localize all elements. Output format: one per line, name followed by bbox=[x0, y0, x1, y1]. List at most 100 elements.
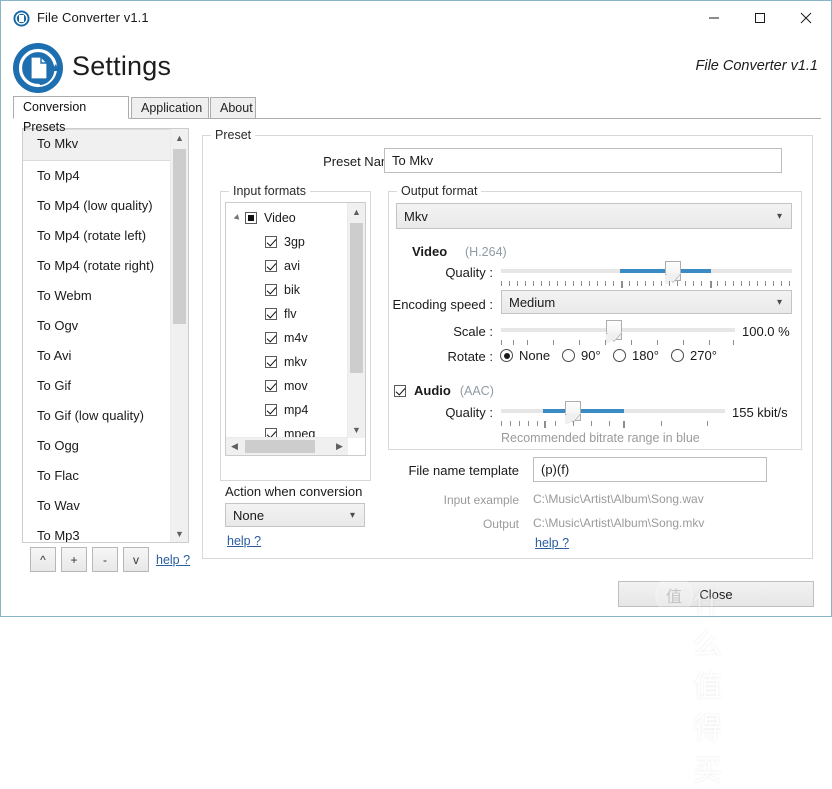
preset-item-to-mp4[interactable]: To Mp4 bbox=[23, 161, 171, 191]
slider-thumb[interactable] bbox=[606, 320, 622, 343]
app-version-label: File Converter v1.1 bbox=[695, 58, 819, 74]
audio-section-header[interactable]: Audio (AAC) bbox=[394, 383, 494, 398]
audio-section-label: Audio bbox=[414, 383, 451, 398]
preset-item-to-ogg[interactable]: To Ogg bbox=[23, 431, 171, 461]
add-preset-button[interactable]: + bbox=[61, 547, 87, 572]
file-name-template-input[interactable]: (p)(f) bbox=[533, 457, 767, 482]
remove-preset-button[interactable]: - bbox=[92, 547, 118, 572]
move-preset-down-button[interactable]: v bbox=[123, 547, 149, 572]
preset-list-scrollbar[interactable]: ▲ ▼ bbox=[170, 129, 188, 542]
format-checkbox-avi[interactable] bbox=[265, 260, 277, 272]
format-checkbox-mkv[interactable] bbox=[265, 356, 277, 368]
scale-label: Scale : bbox=[453, 324, 493, 339]
preset-item-to-ogv[interactable]: To Ogv bbox=[23, 311, 171, 341]
input-formats-vscrollbar[interactable]: ▲ ▼ bbox=[347, 203, 365, 438]
close-window-button[interactable] bbox=[783, 1, 829, 34]
output-example-label: Output bbox=[482, 517, 519, 531]
action-when-conversion-select[interactable]: None ▾ bbox=[225, 503, 365, 527]
format-row-mov[interactable]: mov bbox=[226, 374, 348, 398]
format-row-3gp[interactable]: 3gp bbox=[226, 230, 348, 254]
radio-180-icon[interactable] bbox=[613, 349, 626, 362]
preset-item-to-avi[interactable]: To Avi bbox=[23, 341, 171, 371]
preset-item-to-mp4-low-quality[interactable]: To Mp4 (low quality) bbox=[23, 191, 171, 221]
scroll-left-icon[interactable]: ◀ bbox=[226, 438, 243, 455]
format-checkbox-flv[interactable] bbox=[265, 308, 277, 320]
preset-item-to-mp4-rotate-left[interactable]: To Mp4 (rotate left) bbox=[23, 221, 171, 251]
audio-quality-slider[interactable] bbox=[501, 401, 725, 424]
expand-collapse-icon[interactable] bbox=[233, 214, 242, 222]
tab-about[interactable]: About bbox=[210, 97, 256, 119]
scrollbar-thumb[interactable] bbox=[245, 440, 315, 453]
preset-group-label: Preset bbox=[211, 128, 256, 142]
format-row-mkv[interactable]: mkv bbox=[226, 350, 348, 374]
rotate-option-270[interactable]: 270° bbox=[671, 348, 717, 363]
preset-item-to-mp3[interactable]: To Mp3 bbox=[23, 521, 171, 542]
preset-item-to-wav[interactable]: To Wav bbox=[23, 491, 171, 521]
preset-item-to-webm[interactable]: To Webm bbox=[23, 281, 171, 311]
maximize-button[interactable] bbox=[737, 1, 783, 34]
video-quality-ticks bbox=[501, 281, 792, 288]
file-name-template-label: File name template bbox=[408, 463, 519, 478]
audio-quality-ticks bbox=[501, 421, 725, 428]
format-row-m4v[interactable]: m4v bbox=[226, 326, 348, 350]
scroll-up-icon[interactable]: ▲ bbox=[348, 203, 365, 220]
slider-thumb[interactable] bbox=[565, 401, 581, 424]
tab-application[interactable]: Application bbox=[131, 97, 209, 119]
format-checkbox-mov[interactable] bbox=[265, 380, 277, 392]
preset-item-to-mp4-rotate-right[interactable]: To Mp4 (rotate right) bbox=[23, 251, 171, 281]
scrollbar-thumb[interactable] bbox=[350, 223, 363, 373]
rotate-option-180[interactable]: 180° bbox=[613, 348, 659, 363]
encoding-speed-label: Encoding speed : bbox=[392, 297, 493, 312]
encoding-speed-value: Medium bbox=[509, 294, 556, 310]
scroll-down-icon[interactable]: ▼ bbox=[171, 525, 188, 542]
input-formats-hscrollbar[interactable]: ◀ ▶ bbox=[226, 437, 348, 455]
radio-90-icon[interactable] bbox=[562, 349, 575, 362]
format-row-bik[interactable]: bik bbox=[226, 278, 348, 302]
scrollbar-thumb[interactable] bbox=[173, 149, 186, 324]
filename-help-link[interactable]: help ? bbox=[535, 536, 569, 550]
input-example-label: Input example bbox=[443, 493, 519, 507]
video-quality-slider[interactable] bbox=[501, 261, 792, 284]
action-help-link[interactable]: help ? bbox=[227, 534, 261, 548]
input-formats-label: Input formats bbox=[229, 184, 310, 198]
format-checkbox-bik[interactable] bbox=[265, 284, 277, 296]
preset-item-to-gif[interactable]: To Gif bbox=[23, 371, 171, 401]
slider-thumb[interactable] bbox=[665, 261, 681, 284]
format-row-mpeg[interactable]: mpeg bbox=[226, 422, 348, 438]
format-checkbox-m4v[interactable] bbox=[265, 332, 277, 344]
encoding-speed-select[interactable]: Medium ▾ bbox=[501, 290, 792, 314]
chevron-down-icon: ▾ bbox=[776, 296, 782, 308]
scale-slider[interactable] bbox=[501, 320, 735, 343]
audio-enabled-checkbox[interactable] bbox=[394, 384, 406, 397]
format-label-mkv: mkv bbox=[284, 355, 307, 369]
format-row-flv[interactable]: flv bbox=[226, 302, 348, 326]
format-label-m4v: m4v bbox=[284, 331, 308, 345]
format-checkbox-mp4[interactable] bbox=[265, 404, 277, 416]
output-format-select[interactable]: Mkv ▾ bbox=[396, 203, 792, 229]
radio-none-icon[interactable] bbox=[500, 349, 513, 362]
preset-listbox[interactable]: To Mkv To Mp4 To Mp4 (low quality) To Mp… bbox=[22, 128, 189, 543]
preset-item-to-flac[interactable]: To Flac bbox=[23, 461, 171, 491]
tree-node-video[interactable]: Video bbox=[226, 206, 348, 230]
format-checkbox-3gp[interactable] bbox=[265, 236, 277, 248]
scroll-up-icon[interactable]: ▲ bbox=[171, 129, 188, 146]
format-row-mp4[interactable]: mp4 bbox=[226, 398, 348, 422]
scroll-down-icon[interactable]: ▼ bbox=[348, 421, 365, 438]
video-group-checkbox[interactable] bbox=[245, 212, 257, 224]
title-bar: File Converter v1.1 bbox=[1, 1, 831, 35]
rotate-180-label: 180° bbox=[632, 348, 659, 363]
close-button[interactable]: Close bbox=[618, 581, 814, 607]
format-row-avi[interactable]: avi bbox=[226, 254, 348, 278]
presets-help-link[interactable]: help ? bbox=[156, 553, 190, 567]
radio-270-icon[interactable] bbox=[671, 349, 684, 362]
input-formats-tree[interactable]: Video 3gp avi bik flv m4v mkv mov mp4 mp… bbox=[225, 202, 366, 456]
move-preset-up-button[interactable]: ^ bbox=[30, 547, 56, 572]
preset-name-input[interactable]: To Mkv bbox=[384, 148, 782, 173]
rotate-option-90[interactable]: 90° bbox=[562, 348, 601, 363]
action-value: None bbox=[233, 507, 265, 523]
preset-item-to-gif-low-quality[interactable]: To Gif (low quality) bbox=[23, 401, 171, 431]
scroll-right-icon[interactable]: ▶ bbox=[331, 438, 348, 455]
minimize-button[interactable] bbox=[691, 1, 737, 34]
tab-conversion-presets[interactable]: Conversion Presets bbox=[13, 96, 129, 134]
rotate-option-none[interactable]: None bbox=[500, 348, 550, 363]
